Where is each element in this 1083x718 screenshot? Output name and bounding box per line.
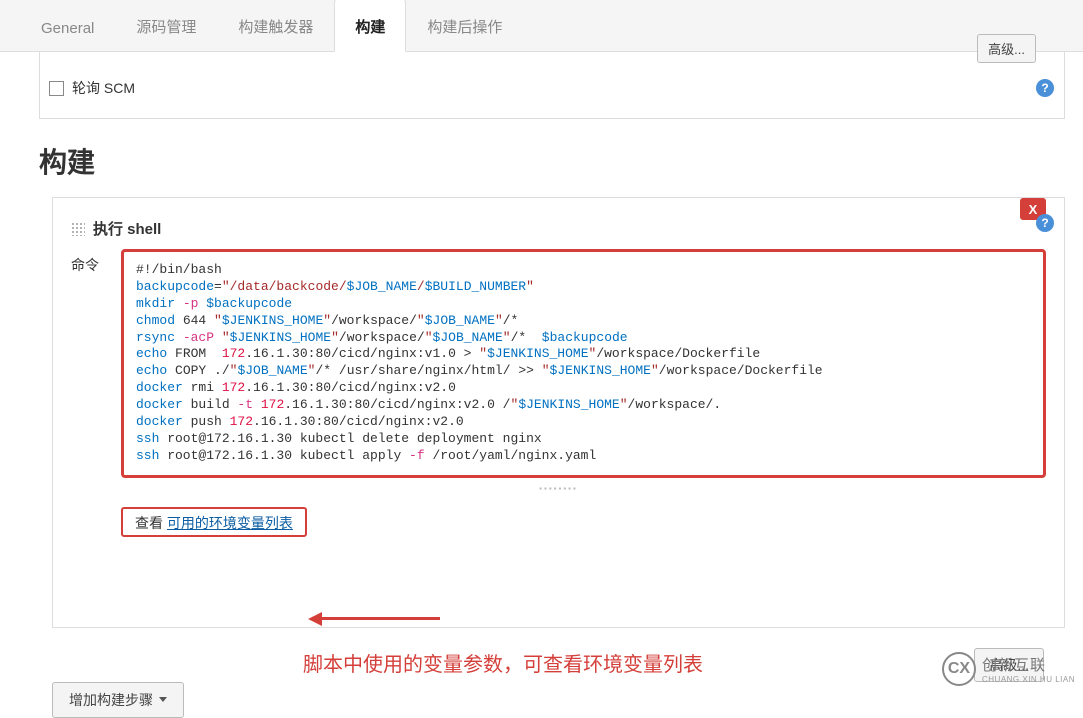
annotation-text: 脚本中使用的变量参数，可查看环境变量列表 bbox=[303, 648, 703, 677]
add-build-step-dropdown[interactable]: 增加构建步骤 bbox=[52, 682, 184, 718]
poll-scm-checkbox[interactable] bbox=[49, 81, 64, 96]
poll-scm-label: 轮询 SCM bbox=[72, 78, 135, 98]
build-step-title: 执行 shell bbox=[93, 218, 161, 239]
content-area: 高级... 轮询 SCM ? 构建 X ? 执行 shell 命令 #!/bin… bbox=[0, 52, 1083, 718]
tab-postbuild[interactable]: 构建后操作 bbox=[406, 0, 523, 51]
help-icon[interactable]: ? bbox=[1036, 79, 1054, 97]
see-prefix: 查看 bbox=[135, 515, 167, 531]
resize-handle[interactable]: ▪▪▪▪▪▪▪▪ bbox=[71, 484, 1046, 493]
watermark-logo-icon: CX bbox=[942, 652, 976, 686]
command-row: 命令 #!/bin/bash backupcode="/data/backcod… bbox=[71, 249, 1046, 478]
tabs-bar: General 源码管理 构建触发器 构建 构建后操作 bbox=[0, 0, 1083, 52]
build-step-shell: X ? 执行 shell 命令 #!/bin/bash backupcode="… bbox=[52, 197, 1065, 628]
env-vars-link[interactable]: 可用的环境变量列表 bbox=[167, 515, 293, 531]
poll-scm-row: 轮询 SCM ? bbox=[39, 78, 1064, 108]
add-build-step-label: 增加构建步骤 bbox=[69, 690, 153, 710]
env-vars-link-box: 查看 可用的环境变量列表 bbox=[121, 507, 307, 537]
tab-triggers[interactable]: 构建触发器 bbox=[217, 0, 334, 51]
advanced-button-top[interactable]: 高级... bbox=[977, 34, 1036, 63]
annotation-arrow-icon bbox=[320, 617, 440, 620]
command-label: 命令 bbox=[71, 249, 103, 275]
drag-handle-icon[interactable] bbox=[71, 222, 85, 236]
watermark: CX 创新互联 CHUANG XIN HU LIAN bbox=[942, 652, 1075, 686]
watermark-cn: 创新互联 bbox=[982, 654, 1075, 675]
tab-scm[interactable]: 源码管理 bbox=[115, 0, 217, 51]
tab-general[interactable]: General bbox=[20, 1, 115, 51]
watermark-en: CHUANG XIN HU LIAN bbox=[982, 675, 1075, 684]
triggers-section-fragment: 高级... 轮询 SCM ? bbox=[39, 52, 1065, 119]
tab-build[interactable]: 构建 bbox=[334, 0, 406, 52]
caret-down-icon bbox=[159, 697, 167, 702]
section-title-build: 构建 bbox=[39, 141, 1065, 181]
build-step-header[interactable]: 执行 shell bbox=[71, 218, 1046, 239]
shell-command-textarea[interactable]: #!/bin/bash backupcode="/data/backcode/$… bbox=[121, 249, 1046, 478]
